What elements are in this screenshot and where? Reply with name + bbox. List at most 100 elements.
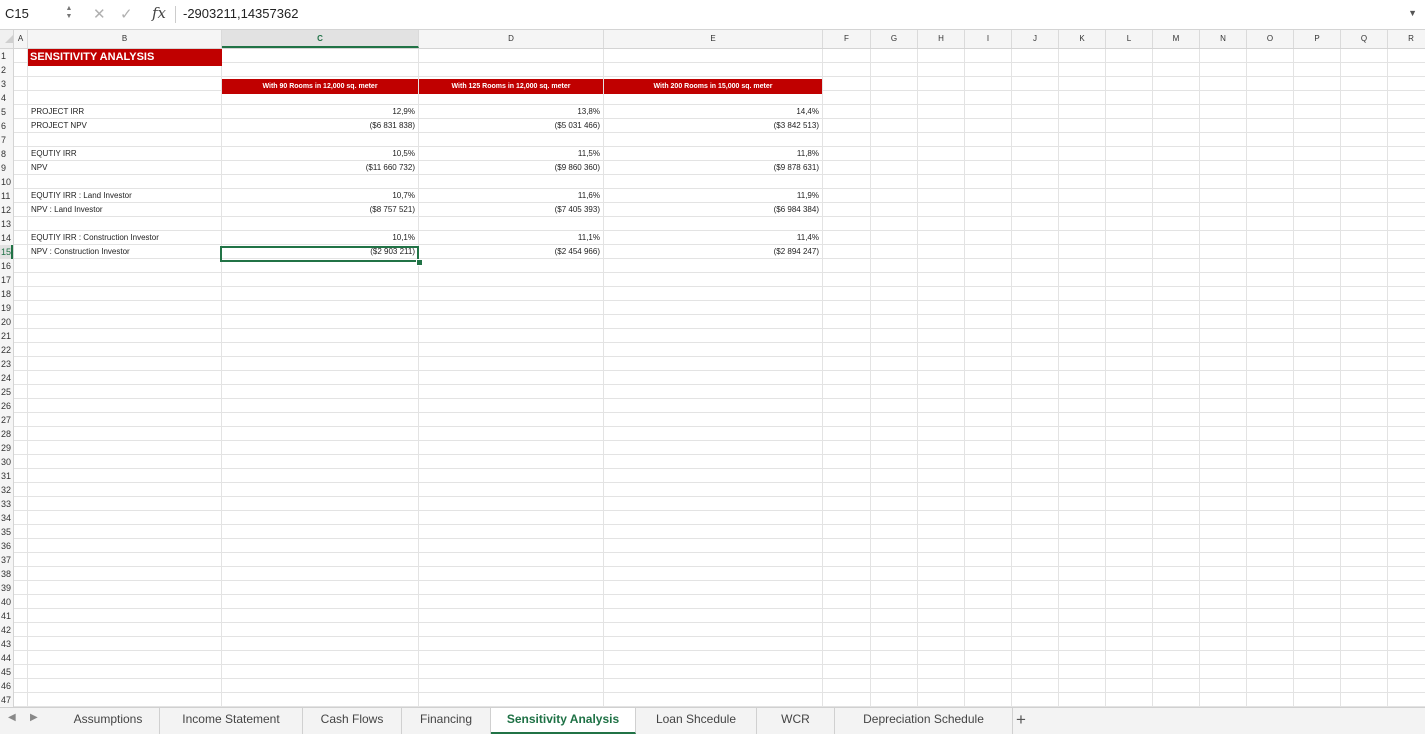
row-header-31[interactable]: 31: [0, 469, 13, 483]
metric-label-cell[interactable]: NPV: [28, 161, 222, 175]
row-header-33[interactable]: 33: [0, 497, 13, 511]
fill-handle[interactable]: [416, 259, 423, 266]
sheet-tab-cash-flows[interactable]: Cash Flows: [303, 708, 402, 734]
column-header-a[interactable]: A: [14, 30, 28, 48]
expand-formula-bar-icon[interactable]: ▼: [1408, 8, 1417, 18]
column-header-n[interactable]: N: [1200, 30, 1247, 48]
metric-value-cell[interactable]: ($6 831 838): [222, 119, 419, 133]
row-header-5[interactable]: 5: [0, 105, 13, 119]
row-header-21[interactable]: 21: [0, 329, 13, 343]
metric-label-cell[interactable]: PROJECT NPV: [28, 119, 222, 133]
metric-value-cell[interactable]: 10,5%: [222, 147, 419, 161]
column-header-k[interactable]: K: [1059, 30, 1106, 48]
scroll-tabs-left-icon[interactable]: ◀: [8, 712, 16, 723]
column-header-m[interactable]: M: [1153, 30, 1200, 48]
metric-label-cell[interactable]: NPV : Construction Investor: [28, 245, 222, 259]
select-all-button[interactable]: [0, 30, 14, 49]
metric-value-cell[interactable]: ($2 894 247): [604, 245, 823, 259]
row-header-2[interactable]: 2: [0, 63, 13, 77]
cancel-icon[interactable]: ✕: [93, 5, 106, 23]
metric-label-cell[interactable]: EQUTIY IRR: [28, 147, 222, 161]
row-header-28[interactable]: 28: [0, 427, 13, 441]
column-header-e[interactable]: E: [604, 30, 823, 48]
sheet-tab-financing[interactable]: Financing: [402, 708, 491, 734]
row-header-43[interactable]: 43: [0, 637, 13, 651]
metric-label-cell[interactable]: PROJECT IRR: [28, 105, 222, 119]
metric-value-cell[interactable]: 14,4%: [604, 105, 823, 119]
column-header-h[interactable]: H: [918, 30, 965, 48]
row-header-18[interactable]: 18: [0, 287, 13, 301]
metric-value-cell[interactable]: ($5 031 466): [419, 119, 604, 133]
metric-value-cell[interactable]: ($9 878 631): [604, 161, 823, 175]
sheet-tab-loan-shcedule[interactable]: Loan Shcedule: [636, 708, 757, 734]
row-header-13[interactable]: 13: [0, 217, 13, 231]
metric-value-cell[interactable]: 11,5%: [419, 147, 604, 161]
row-header-14[interactable]: 14: [0, 231, 13, 245]
row-header-41[interactable]: 41: [0, 609, 13, 623]
metric-value-cell[interactable]: 11,6%: [419, 189, 604, 203]
metric-value-cell[interactable]: ($7 405 393): [419, 203, 604, 217]
row-header-16[interactable]: 16: [0, 259, 13, 273]
metric-value-cell[interactable]: ($3 842 513): [604, 119, 823, 133]
sheet-tab-sensitivity-analysis[interactable]: Sensitivity Analysis: [491, 708, 636, 734]
row-header-12[interactable]: 12: [0, 203, 13, 217]
row-header-45[interactable]: 45: [0, 665, 13, 679]
row-header-42[interactable]: 42: [0, 623, 13, 637]
metric-label-cell[interactable]: EQUTIY IRR : Construction Investor: [28, 231, 222, 245]
scenario-header-cell[interactable]: With 125 Rooms in 12,000 sq. meter: [419, 79, 603, 94]
row-header-36[interactable]: 36: [0, 539, 13, 553]
column-header-o[interactable]: O: [1247, 30, 1294, 48]
metric-value-cell[interactable]: ($6 984 384): [604, 203, 823, 217]
row-header-8[interactable]: 8: [0, 147, 13, 161]
row-header-19[interactable]: 19: [0, 301, 13, 315]
row-header-26[interactable]: 26: [0, 399, 13, 413]
metric-value-cell[interactable]: ($11 660 732): [222, 161, 419, 175]
metric-value-cell[interactable]: 12,9%: [222, 105, 419, 119]
row-header-40[interactable]: 40: [0, 595, 13, 609]
formula-input[interactable]: -2903211,14357362: [183, 4, 298, 24]
column-header-p[interactable]: P: [1294, 30, 1341, 48]
column-header-j[interactable]: J: [1012, 30, 1059, 48]
column-header-b[interactable]: B: [28, 30, 222, 48]
row-header-38[interactable]: 38: [0, 567, 13, 581]
row-header-35[interactable]: 35: [0, 525, 13, 539]
row-header-20[interactable]: 20: [0, 315, 13, 329]
row-header-34[interactable]: 34: [0, 511, 13, 525]
column-header-d[interactable]: D: [419, 30, 604, 48]
confirm-icon[interactable]: ✓: [120, 5, 133, 23]
add-sheet-button[interactable]: +: [1013, 708, 1029, 734]
row-header-9[interactable]: 9: [0, 161, 13, 175]
column-header-c[interactable]: C: [222, 30, 419, 48]
row-header-29[interactable]: 29: [0, 441, 13, 455]
metric-value-cell[interactable]: 11,1%: [419, 231, 604, 245]
scroll-tabs-right-icon[interactable]: ▶: [30, 712, 38, 723]
metric-value-cell[interactable]: 11,8%: [604, 147, 823, 161]
metric-value-cell[interactable]: 10,7%: [222, 189, 419, 203]
row-header-11[interactable]: 11: [0, 189, 13, 203]
name-box-stepper-icon[interactable]: ▲ ▼: [65, 5, 73, 21]
scenario-header-cell[interactable]: With 90 Rooms in 12,000 sq. meter: [222, 79, 418, 94]
sheet-title-cell[interactable]: SENSITIVITY ANALYSIS: [28, 49, 222, 66]
sheet-tab-income-statement[interactable]: Income Statement: [160, 708, 303, 734]
row-header-47[interactable]: 47: [0, 693, 13, 707]
scenario-header-cell[interactable]: With 200 Rooms in 15,000 sq. meter: [604, 79, 822, 94]
row-header-17[interactable]: 17: [0, 273, 13, 287]
function-icon[interactable]: fx: [152, 4, 166, 22]
metric-label-cell[interactable]: NPV : Land Investor: [28, 203, 222, 217]
row-header-7[interactable]: 7: [0, 133, 13, 147]
metric-label-cell[interactable]: EQUTIY IRR : Land Investor: [28, 189, 222, 203]
row-header-32[interactable]: 32: [0, 483, 13, 497]
row-header-27[interactable]: 27: [0, 413, 13, 427]
metric-value-cell[interactable]: ($2 454 966): [419, 245, 604, 259]
column-header-g[interactable]: G: [871, 30, 918, 48]
column-header-r[interactable]: R: [1388, 30, 1425, 48]
metric-value-cell[interactable]: 13,8%: [419, 105, 604, 119]
sheet-tab-depreciation-schedule[interactable]: Depreciation Schedule: [835, 708, 1013, 734]
metric-value-cell[interactable]: 10,1%: [222, 231, 419, 245]
column-header-f[interactable]: F: [823, 30, 871, 48]
metric-value-cell[interactable]: ($9 860 360): [419, 161, 604, 175]
sheet-tab-assumptions[interactable]: Assumptions: [57, 708, 160, 734]
row-header-46[interactable]: 46: [0, 679, 13, 693]
metric-value-cell[interactable]: 11,4%: [604, 231, 823, 245]
row-header-24[interactable]: 24: [0, 371, 13, 385]
